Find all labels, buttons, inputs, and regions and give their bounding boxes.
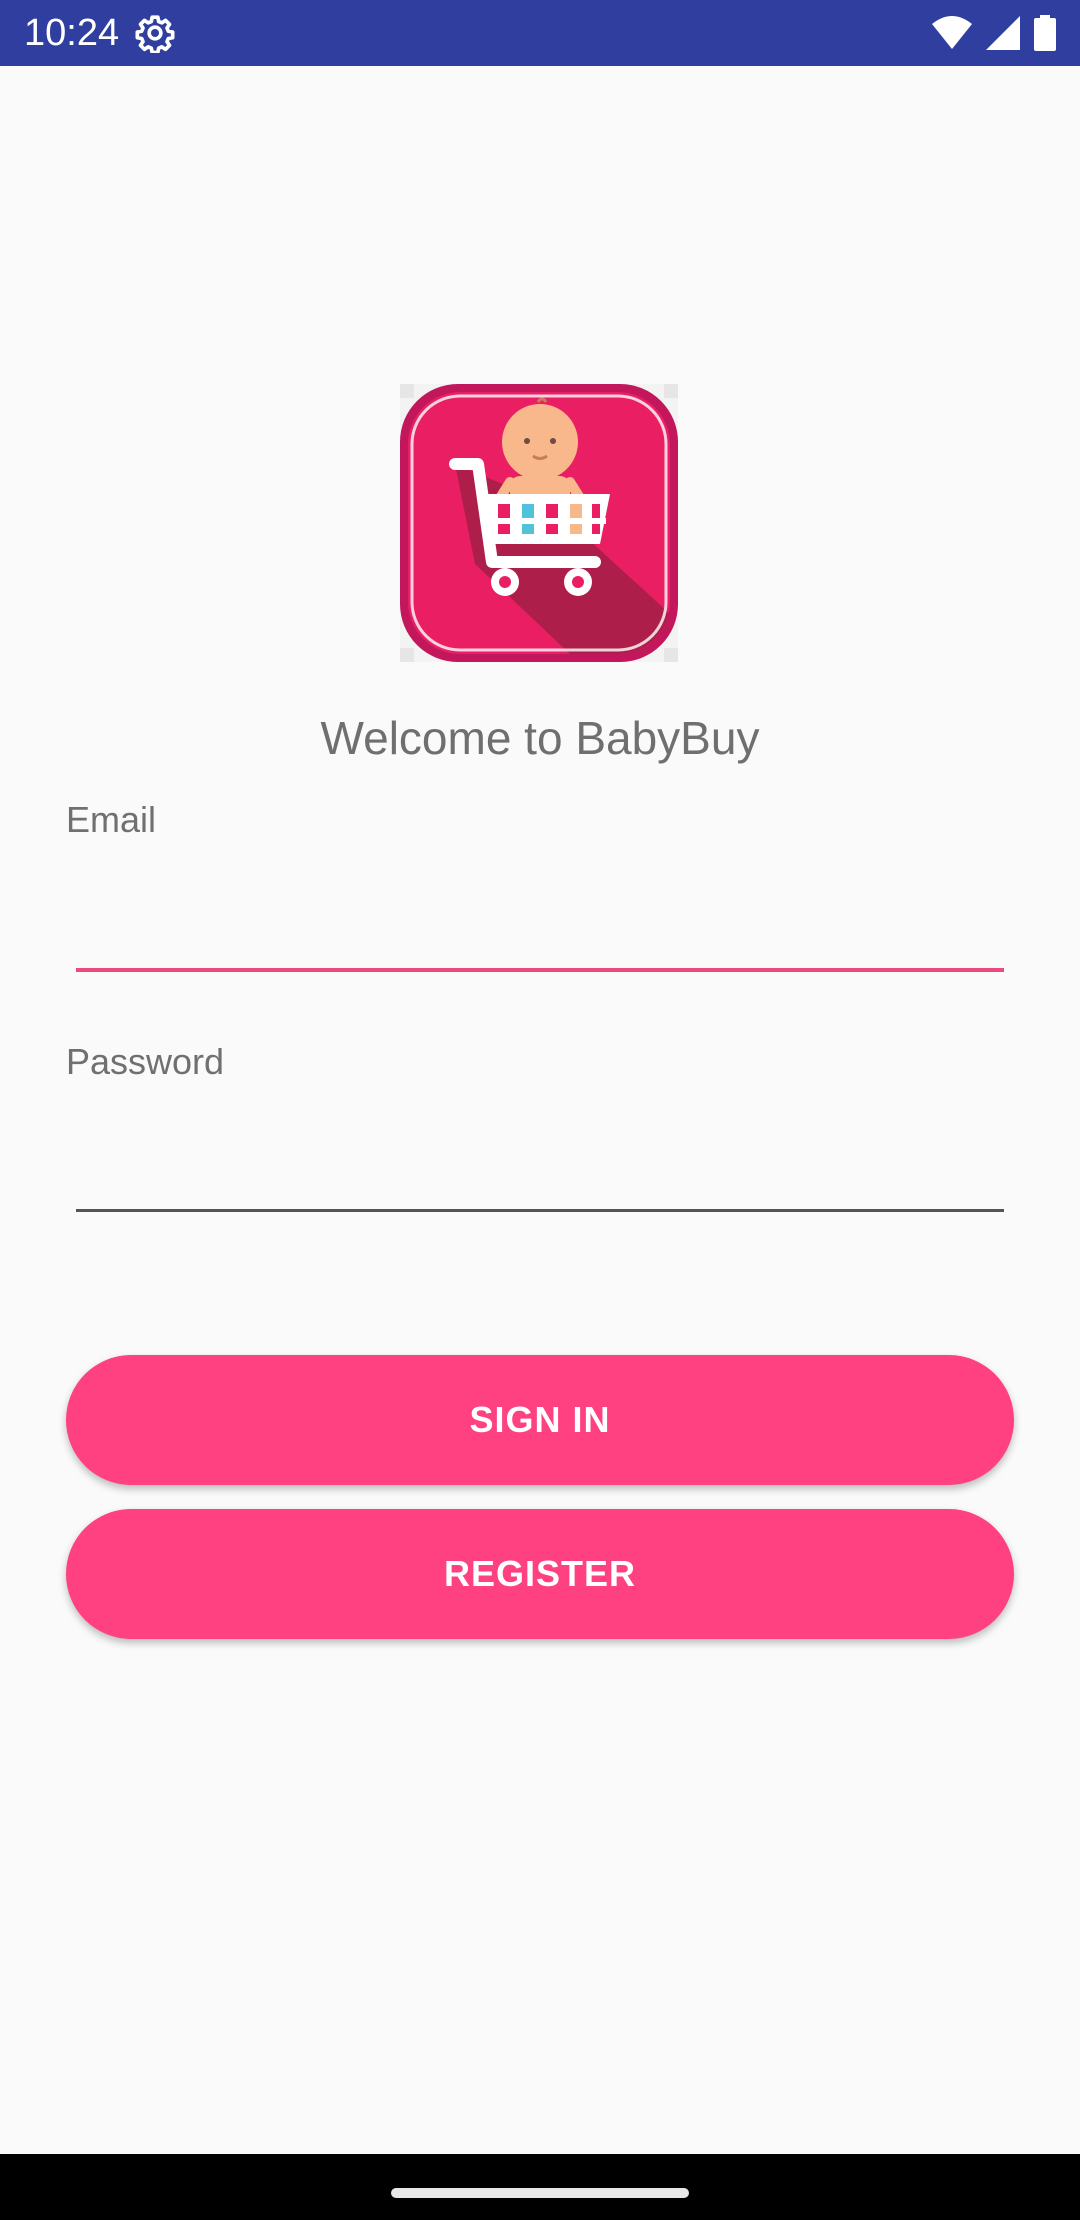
home-gesture-handle[interactable]: [391, 2188, 689, 2198]
baby-in-shopping-cart-logo: [400, 384, 678, 662]
wifi-icon: [932, 16, 972, 50]
status-icons: [932, 14, 1056, 52]
navigation-bar: [0, 2154, 1080, 2220]
status-time: 10:24: [24, 12, 120, 54]
password-label: Password: [66, 1041, 225, 1082]
register-button[interactable]: REGISTER: [66, 1509, 1014, 1639]
settings-gear-icon: [135, 13, 175, 55]
password-underline: [76, 1209, 1004, 1212]
email-label: Email: [66, 799, 157, 840]
login-screen: 10:24 Welcome to BabyBuy Email Password …: [0, 0, 1080, 2220]
email-field[interactable]: [76, 890, 1004, 960]
welcome-title: Welcome to BabyBuy: [320, 712, 760, 764]
battery-icon: [1034, 15, 1056, 51]
password-field[interactable]: [76, 1132, 1004, 1202]
sign-in-button[interactable]: SIGN IN: [66, 1355, 1014, 1485]
email-underline: [76, 968, 1004, 972]
status-bar: 10:24: [0, 0, 1080, 66]
cellular-signal-icon: [986, 16, 1020, 50]
